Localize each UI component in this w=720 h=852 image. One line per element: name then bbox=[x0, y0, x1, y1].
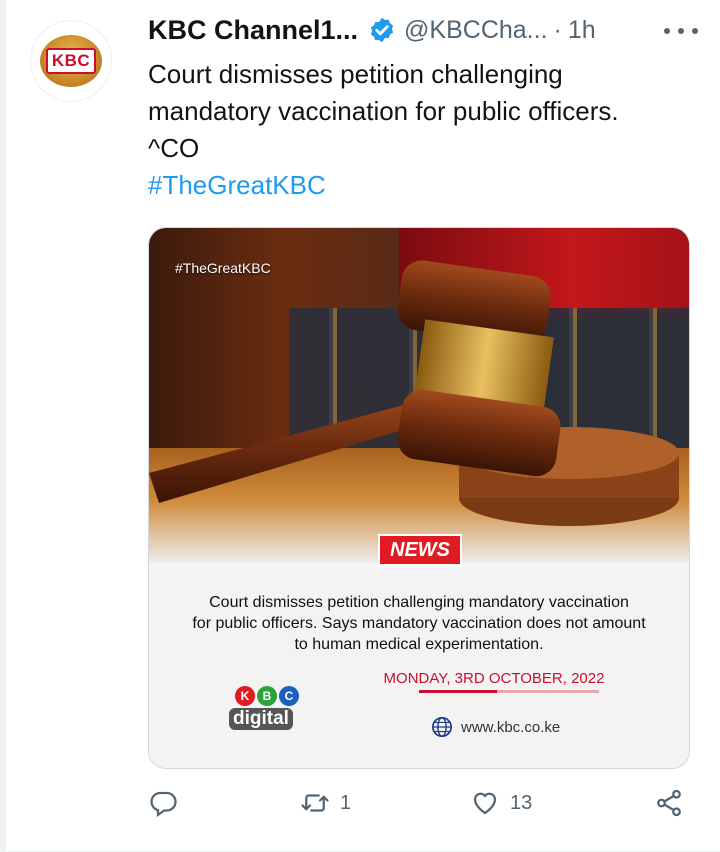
tweet-media-image[interactable]: #TheGreatKBC NEWS Court dismisses petiti… bbox=[148, 227, 690, 769]
gavel-photo: #TheGreatKBC bbox=[149, 228, 689, 563]
headline-line: to human medical experimentation. bbox=[294, 636, 544, 653]
news-card-body: Court dismisses petition challenging man… bbox=[149, 568, 689, 768]
reply-icon bbox=[150, 791, 177, 818]
logo-word: digital bbox=[229, 708, 293, 730]
handle[interactable]: @KBCCha... bbox=[404, 16, 547, 45]
retweet-button[interactable]: 1 bbox=[300, 788, 351, 818]
logo-letter: K bbox=[235, 686, 255, 706]
separator-dot: · bbox=[553, 15, 562, 44]
headline-line: Court dismisses petition challenging man… bbox=[209, 594, 629, 611]
avatar[interactable]: KBC bbox=[30, 20, 112, 102]
like-count: 13 bbox=[510, 791, 533, 814]
website-url: www.kbc.co.ke bbox=[461, 718, 561, 736]
like-icon bbox=[473, 792, 497, 815]
image-hashtag: #TheGreatKBC bbox=[175, 260, 271, 276]
logo-letter: C bbox=[279, 686, 299, 706]
headline-line: for public officers. Says mandatory vacc… bbox=[192, 615, 646, 632]
share-button[interactable] bbox=[654, 788, 684, 818]
like-button[interactable]: 13 bbox=[470, 788, 532, 818]
hashtag-link[interactable]: #TheGreatKBC bbox=[148, 170, 326, 201]
tweet-actions: 1 13 bbox=[148, 788, 688, 828]
news-badge: NEWS bbox=[378, 534, 462, 566]
logo-letter: B bbox=[257, 686, 277, 706]
gavel-illustration bbox=[149, 260, 679, 526]
website: www.kbc.co.ke bbox=[431, 716, 560, 738]
tweet-text: Court dismisses petition challenging man… bbox=[148, 56, 708, 167]
avatar-logo-text: KBC bbox=[45, 48, 97, 74]
globe-icon bbox=[432, 717, 452, 737]
tweet-text-line: ^CO bbox=[148, 133, 200, 163]
kbc-digital-logo: K B C digital bbox=[229, 686, 319, 736]
date-underline bbox=[419, 690, 599, 693]
kbc-logo: KBC bbox=[40, 35, 102, 87]
share-icon bbox=[657, 789, 681, 817]
tweet-header: KBC Channel1... @KBCCha... · 1h bbox=[148, 12, 708, 48]
tweet-text-line: mandatory vaccination for public officer… bbox=[148, 96, 619, 126]
news-headline: Court dismisses petition challenging man… bbox=[159, 592, 679, 655]
reply-button[interactable] bbox=[148, 788, 188, 818]
display-name[interactable]: KBC Channel1... bbox=[148, 15, 358, 46]
tweet-text-line: Court dismisses petition challenging bbox=[148, 59, 563, 89]
more-options-icon[interactable] bbox=[664, 16, 698, 46]
retweet-icon bbox=[301, 794, 329, 812]
left-rail bbox=[0, 0, 6, 852]
timestamp[interactable]: 1h bbox=[568, 16, 596, 45]
retweet-count: 1 bbox=[340, 791, 352, 814]
news-date: MONDAY, 3RD OCTOBER, 2022 bbox=[383, 670, 605, 687]
verified-badge-icon bbox=[370, 17, 394, 43]
